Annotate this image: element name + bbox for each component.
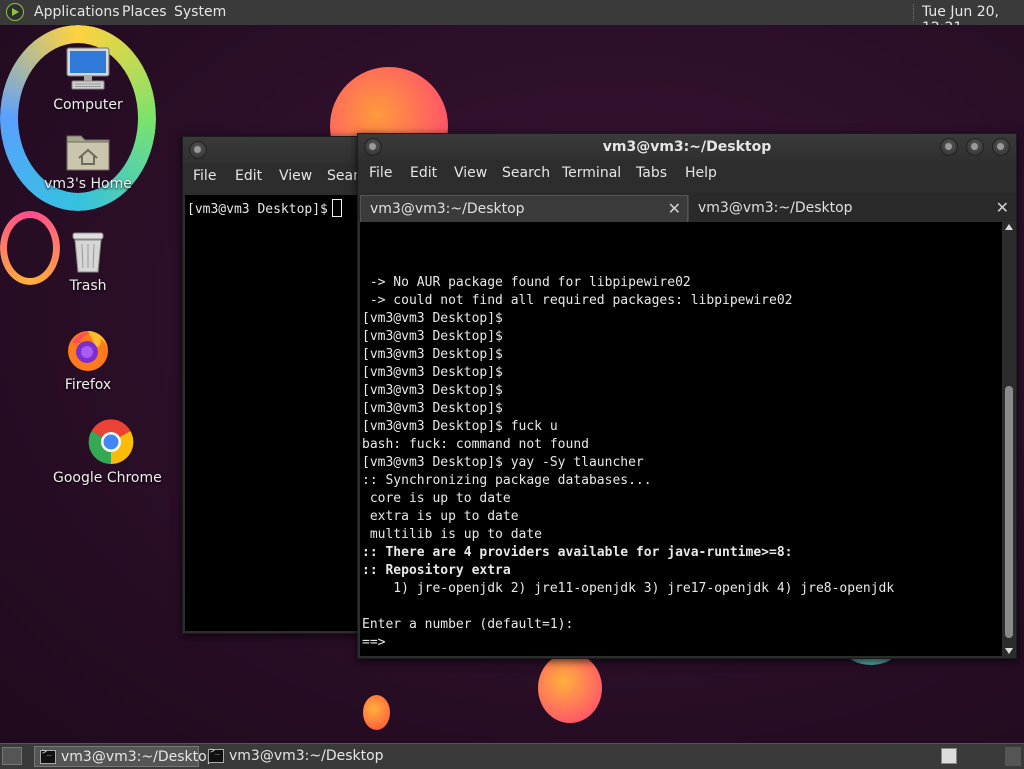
desktop-icon-label: vm3's Home <box>44 176 132 192</box>
desktop-icon-label: Firefox <box>64 377 112 393</box>
terminal-line: -> could not find all required packages:… <box>362 293 793 308</box>
terminal-icon <box>40 747 56 764</box>
menu-file[interactable]: File <box>369 165 392 181</box>
terminal-line: multilib is up to date <box>362 527 543 542</box>
terminal-icon <box>208 746 224 763</box>
tab-close-icon[interactable]: ✕ <box>668 199 681 218</box>
taskbar-item-label: vm3@vm3:~/Desktop <box>229 748 384 764</box>
maximize-button[interactable] <box>966 138 984 156</box>
desktop-icon-label: Trash <box>69 278 107 294</box>
menu-bar: File Edit View Search <box>183 164 383 190</box>
terminal-cursor <box>331 199 342 217</box>
wallpaper-shape <box>363 695 390 730</box>
taskbar-item[interactable]: vm3@vm3:~/Desktop <box>34 746 216 767</box>
distro-logo-icon[interactable] <box>6 3 24 21</box>
minimize-button[interactable] <box>940 138 958 156</box>
menu-edit[interactable]: Edit <box>410 165 437 181</box>
terminal-line: :: There are 4 providers available for j… <box>362 545 793 560</box>
menu-tabs[interactable]: Tabs <box>636 165 667 181</box>
window-title: vm3@vm3:~/Desktop <box>602 139 772 155</box>
desktop-icon-computer[interactable]: Computer <box>38 45 138 113</box>
tab-close-icon[interactable]: ✕ <box>996 198 1009 217</box>
tab-label: vm3@vm3:~/Desktop <box>370 201 525 217</box>
terminal-line: bash: fuck: command not found <box>362 437 589 452</box>
terminal-line: [vm3@vm3 Desktop]$ <box>362 365 503 380</box>
firefox-icon <box>68 331 108 371</box>
terminal-line: :: Repository extra <box>362 563 511 578</box>
terminal-line: [vm3@vm3 Desktop]$ <box>362 329 503 344</box>
applications-menu[interactable]: Applications <box>34 4 120 20</box>
tab-1[interactable]: vm3@vm3:~/Desktop ✕ <box>360 195 688 222</box>
taskbar-item-label: vm3@vm3:~/Desktop <box>61 749 216 765</box>
desktop-icon-label: Google Chrome <box>53 470 162 486</box>
window-titlebar[interactable]: vm3@vm3:~/Desktop <box>358 134 1016 160</box>
menu-terminal[interactable]: Terminal <box>562 165 621 181</box>
menu-view[interactable]: View <box>454 165 487 181</box>
terminal-line: :: Synchronizing package databases... <box>362 473 652 488</box>
terminal-line: -> No AUR package found for libpipewire0… <box>362 275 691 290</box>
chrome-icon <box>88 419 134 465</box>
top-panel: Applications Places System Tue Jun 20, 1… <box>0 0 1024 36</box>
system-menu[interactable]: System <box>174 4 226 20</box>
terminal-window-front[interactable]: vm3@vm3:~/Desktop File Edit View Search … <box>357 133 1017 659</box>
shell-prompt: [vm3@vm3 Desktop]$ <box>187 202 328 217</box>
panel-separator <box>913 4 916 21</box>
terminal-line: [vm3@vm3 Desktop]$ <box>362 383 503 398</box>
workspace-switcher[interactable] <box>941 748 957 764</box>
tab-bar: vm3@vm3:~/Desktop ✕ vm3@vm3:~/Desktop ✕ <box>358 193 1016 222</box>
terminal-window-back[interactable]: File Edit View Search [vm3@vm3 Desktop]$ <box>182 136 384 634</box>
terminal-line: [vm3@vm3 Desktop]$ <box>362 311 503 326</box>
menu-edit[interactable]: Edit <box>235 168 262 184</box>
scroll-thumb[interactable] <box>1005 386 1013 638</box>
tab-2[interactable]: vm3@vm3:~/Desktop ✕ <box>688 195 1015 221</box>
menu-view[interactable]: View <box>279 168 312 184</box>
menu-help[interactable]: Help <box>685 165 717 181</box>
terminal-line: 1) jre-openjdk 2) jre11-openjdk 3) jre17… <box>362 581 895 596</box>
menu-file[interactable]: File <box>193 168 216 184</box>
bottom-panel: vm3@vm3:~/Desktop vm3@vm3:~/Desktop <box>0 743 1024 769</box>
taskbar-item[interactable]: vm3@vm3:~/Desktop <box>203 746 384 767</box>
terminal-line: [vm3@vm3 Desktop]$ <box>362 347 503 362</box>
terminal-line: core is up to date <box>362 491 511 506</box>
home-folder-icon <box>66 135 110 171</box>
desktop-icon-label: Computer <box>53 97 123 113</box>
desktop-icon-home[interactable]: vm3's Home <box>38 130 138 192</box>
terminal-line: [vm3@vm3 Desktop]$ yay -Sy tlauncher <box>362 455 644 470</box>
scroll-down-arrow-icon[interactable] <box>1005 648 1013 654</box>
close-button[interactable] <box>992 138 1010 156</box>
trash-icon <box>72 232 104 273</box>
tab-label: vm3@vm3:~/Desktop <box>698 200 853 216</box>
panel-handle <box>1005 747 1021 766</box>
window-titlebar[interactable] <box>183 137 383 163</box>
desktop-icon-firefox[interactable]: Firefox <box>38 325 138 393</box>
terminal-line: [vm3@vm3 Desktop]$ <box>362 401 503 416</box>
terminal-line: extra is up to date <box>362 509 519 524</box>
places-menu[interactable]: Places <box>122 4 167 20</box>
menu-search[interactable]: Search <box>502 165 550 181</box>
scroll-up-arrow-icon[interactable] <box>1005 224 1013 230</box>
desktop-icon-trash[interactable]: Trash <box>38 230 138 294</box>
scrollbar[interactable] <box>1003 222 1015 656</box>
terminal-line: [vm3@vm3 Desktop]$ fuck u <box>362 419 558 434</box>
window-menu-button[interactable] <box>189 141 207 159</box>
show-desktop-icon[interactable] <box>2 747 22 765</box>
desktop-icon-chrome[interactable]: Google Chrome <box>53 418 162 486</box>
menu-bar: File Edit View Search Terminal Tabs Help <box>358 161 1016 187</box>
computer-icon <box>66 47 110 90</box>
terminal-output[interactable]: -> No AUR package found for libpipewire0… <box>360 222 1002 656</box>
terminal-line: ==> <box>362 635 386 650</box>
terminal-output[interactable]: [vm3@vm3 Desktop]$ <box>185 195 383 631</box>
terminal-line: Enter a number (default=1): <box>362 617 574 632</box>
wallpaper-shape <box>538 653 602 723</box>
terminal-lines: -> No AUR package found for libpipewire0… <box>362 274 894 652</box>
